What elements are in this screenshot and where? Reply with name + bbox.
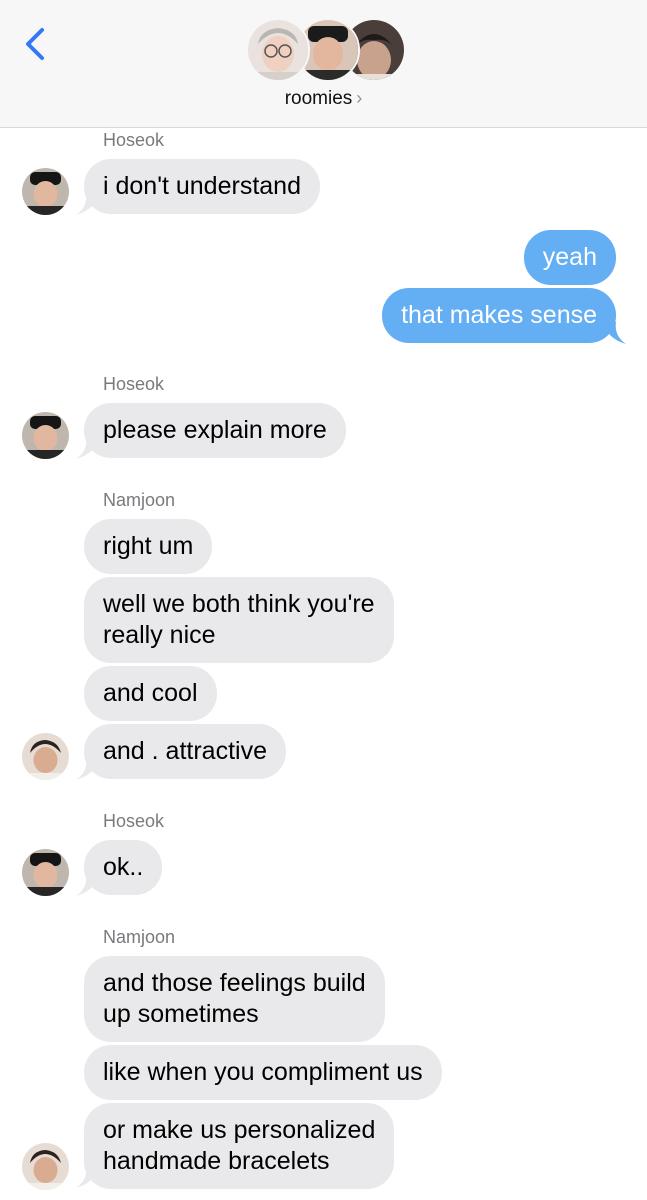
message-bubble[interactable]: right um (84, 519, 213, 574)
message-bubble[interactable]: i don't understand (84, 159, 320, 214)
message-line: well we both think you're (103, 590, 375, 618)
conversation-header: roomies › (0, 0, 647, 128)
chevron-left-icon (26, 28, 44, 60)
group-name: roomies (284, 88, 353, 109)
message-bubble[interactable]: like when you compliment us (84, 1045, 442, 1100)
sender-name: Hoseok (103, 374, 165, 394)
avatar (246, 18, 310, 82)
message-bubble[interactable]: well we both think you're really nice (84, 577, 394, 663)
message-line: up sometimes (103, 1000, 259, 1028)
message-line: and those feelings build (103, 969, 366, 997)
message-line: or make us personalized (103, 1116, 376, 1144)
back-button[interactable] (18, 22, 58, 66)
avatar (22, 1143, 69, 1190)
message-bubble[interactable]: and . attractive (84, 724, 286, 779)
messages-screen: roomies › Hoseok i don't understand yeah … (0, 0, 647, 1200)
sender-name: Hoseok (103, 811, 165, 831)
avatar (22, 849, 69, 896)
message-line: really nice (103, 621, 216, 649)
group-title-button[interactable]: roomies › (0, 88, 647, 110)
message-bubble[interactable]: and cool (84, 666, 217, 721)
avatar (22, 412, 69, 459)
group-avatars[interactable] (246, 18, 406, 82)
avatar (22, 733, 69, 780)
avatar (22, 168, 69, 215)
message-bubble[interactable]: ok.. (84, 840, 163, 895)
message-line: handmade bracelets (103, 1147, 330, 1175)
sender-name: Hoseok (103, 130, 165, 150)
message-bubble[interactable]: that makes sense (382, 288, 616, 343)
message-bubble[interactable]: please explain more (84, 403, 346, 458)
sender-name: Namjoon (103, 927, 176, 947)
message-bubble[interactable]: or make us personalized handmade bracele… (84, 1103, 395, 1189)
message-bubble[interactable]: and those feelings build up sometimes (84, 956, 385, 1042)
chevron-right-icon: › (356, 88, 363, 108)
sender-name: Namjoon (103, 490, 176, 510)
message-bubble[interactable]: yeah (523, 230, 616, 285)
